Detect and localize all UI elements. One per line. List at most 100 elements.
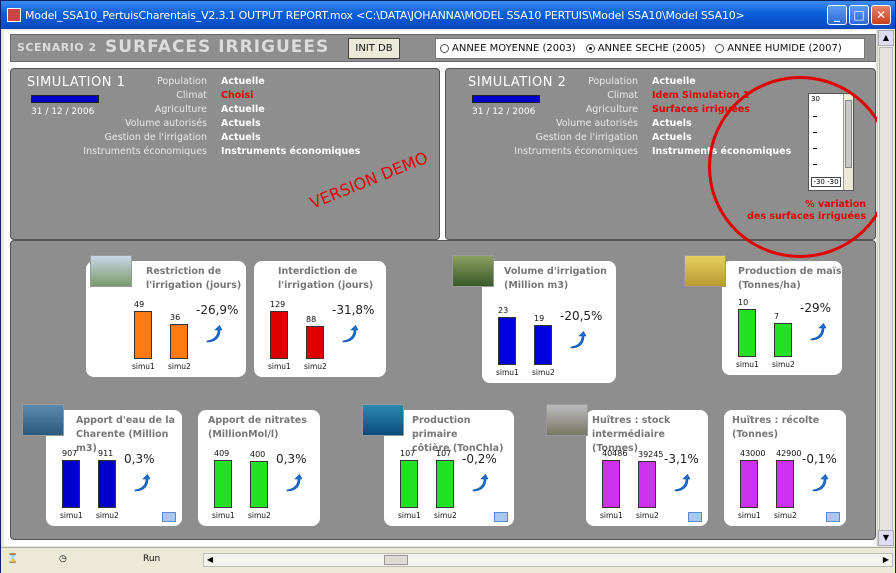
bar-simu2: [170, 324, 188, 359]
bar-value-simu2: 88: [306, 315, 317, 324]
bar-simu1: [740, 460, 758, 508]
trend-arrow-icon: [284, 474, 303, 492]
indicator-photo-icon: [362, 404, 404, 436]
bar-simu2: [638, 461, 656, 508]
bar-label-simu2: simu2: [532, 368, 555, 377]
scroll-down-icon[interactable]: ▼: [878, 530, 894, 546]
bar-simu2: [98, 460, 116, 508]
variation-percent: -31,8%: [332, 303, 375, 317]
bar-value-simu2: 7: [774, 312, 780, 321]
radio-annee-humide[interactable]: ANNEE HUMIDE (2007): [715, 43, 842, 54]
radio-dot-selected-icon: [585, 44, 595, 53]
indicator-card: Production de maïs (Tonnes/ha) 10 simu1 7 sim…: [684, 255, 842, 375]
info-icon[interactable]: [494, 512, 508, 522]
scroll-up-icon[interactable]: ▲: [878, 30, 894, 46]
bar-label-simu2: simu2: [304, 362, 327, 371]
vertical-scroll-thumb[interactable]: [879, 47, 893, 535]
indicator-photo-icon: [90, 255, 132, 287]
trend-arrow-icon: [808, 323, 827, 341]
indicator-card: Huîtres : stock intermédiaire (Tonnes) 404…: [546, 404, 708, 526]
variation-percent: -20,5%: [560, 309, 603, 323]
indicator-title: Production primaire côtière (TonChla): [412, 415, 504, 454]
bar-value-simu1: 49: [134, 300, 145, 309]
bar-simu1: [214, 460, 232, 508]
maximize-button[interactable]: □: [849, 5, 869, 25]
simulation-1-param-labels: Population Climat Agriculture Volume aut…: [83, 76, 207, 157]
minimize-button[interactable]: _: [827, 5, 847, 25]
bar-value-simu1: 907: [62, 449, 78, 458]
indicator-card: Production primaire côtière (TonChla) 107 s…: [362, 404, 514, 526]
indicator-card: Restriction de l'irrigation (jours) 49 simu…: [86, 255, 246, 377]
bar-simu2: [306, 326, 324, 359]
vertical-scrollbar[interactable]: ▲ ▼: [877, 30, 894, 546]
bar-label-simu1: simu1: [268, 362, 291, 371]
radio-annee-moyenne[interactable]: ANNEE MOYENNE (2003): [440, 43, 576, 54]
bar-value-simu2: 19: [534, 314, 545, 323]
variation-percent: -0,2%: [462, 452, 497, 466]
bar-simu1: [498, 317, 516, 365]
indicator-title: Interdiction de l'irrigation (jours): [278, 266, 374, 291]
horizontal-scrollbar[interactable]: ◀ ▶: [203, 553, 893, 567]
bar-simu2: [774, 323, 792, 357]
bar-label-simu1: simu1: [738, 511, 761, 520]
trend-arrow-icon: [568, 331, 587, 349]
variation-percent: -29%: [800, 301, 832, 315]
radio-annee-seche[interactable]: ANNEE SECHE (2005): [585, 43, 705, 54]
variation-percent: -3,1%: [664, 452, 699, 466]
indicator-title: Apport d'eau de la Charente (Million m3): [76, 415, 175, 454]
scenario-prefix: SCENARIO 2: [17, 41, 97, 54]
indicator-card: Volume d'irrigation (Million m3) 23 simu1 19…: [452, 255, 616, 383]
title-bar: Model_SSA10_PertuisCharentais_V2.3.1 OUT…: [1, 1, 895, 29]
bar-label-simu2: simu2: [772, 360, 795, 369]
hourglass-icon[interactable]: ⌛: [7, 554, 18, 564]
horizontal-scroll-thumb[interactable]: [384, 555, 408, 565]
bar-label-simu1: simu1: [600, 511, 623, 520]
info-icon[interactable]: [162, 512, 176, 522]
info-icon[interactable]: [826, 512, 840, 522]
bar-value-simu1: 129: [270, 300, 286, 309]
bar-label-simu1: simu1: [736, 360, 759, 369]
bar-label-simu2: simu2: [96, 511, 119, 520]
bar-value-simu2: 400: [250, 450, 266, 459]
bar-value-simu2: 42900: [776, 449, 802, 458]
bar-label-simu2: simu2: [774, 511, 797, 520]
bar-label-simu2: simu2: [636, 511, 659, 520]
indicator-photo-icon: [452, 255, 494, 287]
indicator-title: Huîtres : récolte (Tonnes): [732, 415, 820, 440]
bar-label-simu1: simu1: [132, 362, 155, 371]
bar-simu1: [270, 311, 288, 359]
simulation-1-param-values: Actuelle Choisi Actuelle Actuels Actuels…: [221, 76, 361, 157]
indicator-photo-icon: [546, 404, 588, 436]
trend-arrow-icon: [132, 474, 151, 492]
bar-value-simu1: 43000: [740, 449, 766, 458]
window-title: Model_SSA10_PertuisCharentais_V2.3.1 OUT…: [25, 8, 745, 22]
close-button[interactable]: ✕: [871, 5, 891, 25]
bar-simu1: [400, 460, 418, 508]
bar-value-simu2: 39245: [638, 450, 664, 459]
variation-percent: -0,1%: [802, 452, 837, 466]
variation-percent: 0,3%: [276, 452, 307, 466]
simulation-2-param-labels: Population Climat Agriculture Volume aut…: [514, 76, 638, 157]
bar-value-simu1: 40486: [602, 449, 628, 458]
indicator-card: Apport de nitrates (MillionMol/l) 409 simu1…: [198, 410, 320, 526]
clock-icon[interactable]: ◷: [59, 554, 67, 564]
init-db-button[interactable]: INIT DB: [348, 38, 400, 59]
bar-simu1: [134, 311, 152, 359]
radio-dot-icon: [440, 44, 449, 53]
trend-arrow-icon: [470, 474, 489, 492]
run-label[interactable]: Run: [143, 554, 160, 564]
status-bar: ⌛ ◷ Run ◀ ▶: [1, 547, 895, 573]
scroll-right-icon[interactable]: ▶: [880, 554, 892, 566]
bar-value-simu1: 10: [738, 298, 749, 307]
indicator-title: Apport de nitrates (MillionMol/l): [208, 415, 307, 440]
scroll-left-icon[interactable]: ◀: [204, 554, 216, 566]
indicator-photo-icon: [684, 255, 726, 287]
radio-dot-icon: [715, 44, 725, 53]
bar-label-simu1: simu1: [398, 511, 421, 520]
bar-label-simu2: simu2: [168, 362, 191, 371]
highlight-circle: [708, 76, 892, 258]
indicator-card: Interdiction de l'irrigation (jours) 129 si…: [254, 261, 386, 377]
trend-arrow-icon: [810, 474, 829, 492]
bar-simu1: [738, 309, 756, 357]
info-icon[interactable]: [688, 512, 702, 522]
